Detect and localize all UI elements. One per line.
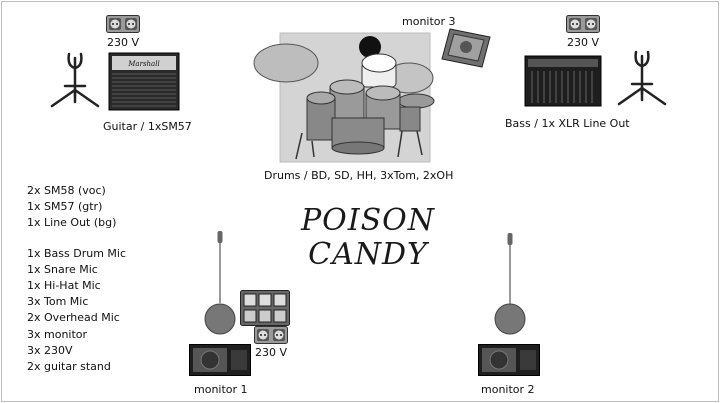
monitor-wedge-icon: [478, 344, 540, 376]
bass-amp-icon: [524, 55, 602, 107]
list-item: 2x SM58 (voc): [27, 184, 106, 197]
band-logo: POISON CANDY: [300, 203, 435, 272]
mic-stand-icon: [494, 233, 526, 335]
guitar-stand-icon: [617, 50, 667, 106]
list-item: 1x Bass Drum Mic: [27, 247, 127, 260]
drums-label: Drums / BD, SD, HH, 3xTom, 2xOH: [264, 169, 454, 182]
list-item: 1x Line Out (bg): [27, 216, 117, 229]
monitor-wedge-icon: [441, 28, 491, 68]
equipment-list: 2x SM58 (voc) 1x SM57 (gtr) 1x Line Out …: [27, 183, 126, 375]
mic-stand-icon: [204, 231, 236, 335]
drum-kit-icon: [253, 32, 435, 163]
guitar-stand-icon: [50, 52, 100, 108]
list-item: 3x Tom Mic: [27, 295, 89, 308]
list-item: 2x Overhead Mic: [27, 311, 120, 324]
power-label: 230 V: [567, 36, 600, 49]
pedalboard-icon: [240, 290, 290, 326]
power-outlet-icon: [566, 15, 600, 33]
monitor-2-label: monitor 2: [481, 383, 535, 396]
list-item: 3x 230V: [27, 344, 73, 357]
monitor-1-label: monitor 1: [194, 383, 248, 396]
logo-line-2: CANDY: [308, 237, 430, 272]
logo-line-1: POISON: [300, 203, 436, 238]
monitor-wedge-icon: [189, 344, 251, 376]
power-label: 230 V: [255, 346, 288, 359]
power-label: 230 V: [107, 36, 140, 49]
power-outlet-icon: [254, 326, 288, 344]
svg-text:Marshall: Marshall: [127, 60, 159, 68]
list-item: 1x SM57 (gtr): [27, 200, 103, 213]
guitar-amp-icon: Marshall: [108, 52, 180, 111]
guitar-label: Guitar / 1xSM57: [103, 120, 192, 133]
bass-label: Bass / 1x XLR Line Out: [505, 117, 630, 130]
power-outlet-icon: [106, 15, 140, 33]
list-item: 1x Hi-Hat Mic: [27, 279, 101, 292]
list-item: 2x guitar stand: [27, 360, 111, 373]
list-item: 3x monitor: [27, 328, 88, 341]
list-item: 1x Snare Mic: [27, 263, 98, 276]
